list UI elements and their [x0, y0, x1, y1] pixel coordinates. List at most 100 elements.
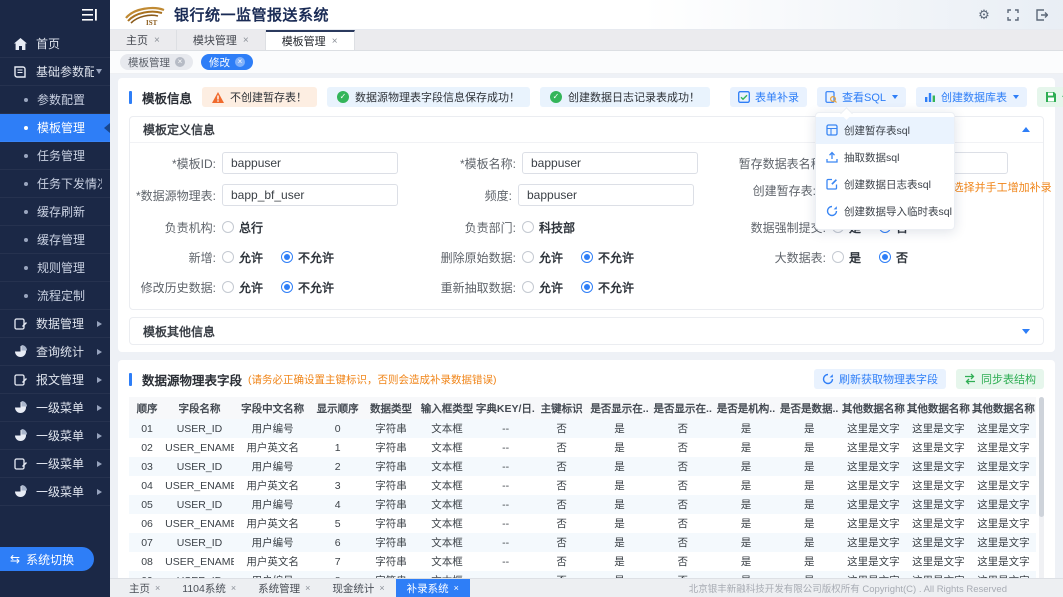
table-row[interactable]: 04 USER_ENAME 用户英文名 3 字符串 文本框 -- 否 是 否 是: [129, 476, 1036, 495]
radio-icon[interactable]: [222, 281, 234, 293]
sidebar-item-level1-menu-2[interactable]: 一级菜单: [0, 422, 110, 450]
radio-modify-deny[interactable]: 不允许: [281, 279, 334, 296]
pie-chart-icon: [13, 400, 28, 415]
view-sql-button[interactable]: 查看SQL: [817, 87, 906, 107]
radio-delete-deny[interactable]: 不允许: [581, 249, 634, 266]
close-icon[interactable]: ×: [379, 583, 384, 593]
sidebar-item-home[interactable]: 首页: [0, 30, 110, 58]
close-icon[interactable]: ×: [454, 583, 459, 593]
close-icon[interactable]: ×: [175, 57, 185, 67]
table-row[interactable]: 02 USER_ENAME 用户英文名 1 字符串 文本框 -- 否 是 否 是: [129, 438, 1036, 457]
close-icon[interactable]: ×: [243, 35, 249, 46]
bottom-tab-cash-stats[interactable]: 现金统计×: [321, 579, 395, 597]
sidebar-item-query-stats[interactable]: 查询统计: [0, 338, 110, 366]
sidebar-item-task-dispatch[interactable]: 任务下发情况: [0, 170, 110, 198]
frequency-input[interactable]: [518, 184, 694, 206]
alert-fields-saved: ✓ 数据源物理表字段信息保存成功！: [327, 87, 530, 107]
bottom-tab-system-mgmt[interactable]: 系统管理×: [247, 579, 321, 597]
sidebar-item-level1-menu-3[interactable]: 一级菜单: [0, 450, 110, 478]
bottom-tab-1104[interactable]: 1104系统×: [171, 579, 247, 597]
system-switch-button[interactable]: ⇆ 系统切换: [0, 547, 94, 571]
radio-checked-icon[interactable]: [281, 281, 293, 293]
form-backfill-button[interactable]: 表单补录: [730, 87, 807, 107]
radio-icon[interactable]: [522, 281, 534, 293]
radio-checked-icon[interactable]: [879, 251, 891, 263]
close-icon[interactable]: ×: [305, 583, 310, 593]
table-row[interactable]: 09 USER_ID 用户编号 8 字符串 文本框 -- 否 是 否 是: [129, 571, 1036, 578]
template-id-input[interactable]: [222, 152, 398, 174]
sidebar-item-cache-mgmt[interactable]: 缓存管理: [0, 226, 110, 254]
bottom-tab-home[interactable]: 主页×: [118, 579, 171, 597]
refresh-fields-button[interactable]: 刷新获取物理表字段: [814, 369, 946, 389]
sidebar-item-task-mgmt[interactable]: 任务管理: [0, 142, 110, 170]
menu-collapse-icon[interactable]: [82, 9, 98, 21]
menu-item-create-import-temp-table-sql[interactable]: 创建数据导入临时表sql: [816, 198, 954, 225]
radio-big-table-no[interactable]: 否: [879, 249, 908, 266]
radio-checked-icon[interactable]: [281, 251, 293, 263]
close-icon[interactable]: ×: [235, 57, 245, 67]
sidebar-item-base-config[interactable]: 基础参数配置: [0, 58, 110, 86]
template-name-input[interactable]: [522, 152, 698, 174]
table-row[interactable]: 07 USER_ID 用户编号 6 字符串 文本框 -- 否 是 否 是: [129, 533, 1036, 552]
vertical-scrollbar[interactable]: [1039, 397, 1044, 578]
source-fields-panel: 数据源物理表字段 (请务必正确设置主键标识，否则会造成补录数据错误) 刷新获取物…: [118, 360, 1055, 578]
radio-icon[interactable]: [522, 221, 534, 233]
sidebar-item-data-mgmt[interactable]: 数据管理: [0, 310, 110, 338]
expand-icon[interactable]: [1022, 329, 1030, 334]
breadcrumb-chip-template-mgmt[interactable]: 模板管理×: [120, 54, 193, 70]
sidebar-item-rule-mgmt[interactable]: 规则管理: [0, 254, 110, 282]
save-button[interactable]: 保存: [1037, 87, 1063, 107]
radio-big-table-yes[interactable]: 是: [832, 249, 861, 266]
radio-modify-allow[interactable]: 允许: [222, 279, 263, 296]
menu-item-extract-data-sql[interactable]: 抽取数据sql: [816, 144, 954, 171]
tab-home[interactable]: 主页×: [110, 30, 177, 50]
tab-template-mgmt[interactable]: 模板管理×: [266, 30, 355, 50]
sidebar-item-process-custom[interactable]: 流程定制: [0, 282, 110, 310]
column-header: 是否是数据..: [778, 397, 841, 419]
fullscreen-icon[interactable]: [1006, 8, 1020, 22]
radio-checked-icon[interactable]: [581, 251, 593, 263]
bottom-tab-backfill-system[interactable]: 补录系统×: [396, 579, 470, 597]
table-row[interactable]: 01 USER_ID 用户编号 0 字符串 文本框 -- 否 是 否 是: [129, 419, 1036, 438]
breadcrumb-chip-edit[interactable]: 修改×: [201, 54, 253, 70]
other-info-section-header[interactable]: 模板其他信息: [130, 318, 1043, 344]
menu-item-create-staging-sql[interactable]: 创建暂存表sql: [816, 117, 954, 144]
source-table-input[interactable]: [222, 184, 398, 206]
collapse-icon[interactable]: [1022, 127, 1030, 132]
table-row[interactable]: 08 USER_ENAME 用户英文名 7 字符串 文本框 -- 否 是 否 是: [129, 552, 1036, 571]
sidebar-item-report-mgmt[interactable]: 报文管理: [0, 366, 110, 394]
radio-org-head-office[interactable]: 总行: [222, 219, 263, 236]
tab-module-mgmt[interactable]: 模块管理×: [177, 30, 266, 50]
radio-add-deny[interactable]: 不允许: [281, 249, 334, 266]
menu-item-create-log-table-sql[interactable]: 创建数据日志表sql: [816, 171, 954, 198]
table-row[interactable]: 03 USER_ID 用户编号 2 字符串 文本框 -- 否 是 否 是: [129, 457, 1036, 476]
sidebar-item-template-mgmt[interactable]: 模板管理: [0, 114, 110, 142]
create-db-table-button[interactable]: 创建数据库表: [916, 87, 1027, 107]
sidebar-item-param-config[interactable]: 参数配置: [0, 86, 110, 114]
close-icon[interactable]: ×: [332, 36, 338, 47]
sidebar-item-cache-refresh[interactable]: 缓存刷新: [0, 198, 110, 226]
close-icon[interactable]: ×: [154, 35, 160, 46]
settings-gear-icon[interactable]: ⚙: [977, 8, 991, 22]
radio-dept-tech[interactable]: 科技部: [522, 219, 575, 236]
radio-icon[interactable]: [832, 251, 844, 263]
scrollbar-thumb[interactable]: [1039, 397, 1044, 517]
logout-icon[interactable]: [1035, 8, 1049, 22]
sync-structure-button[interactable]: 同步表结构: [956, 369, 1044, 389]
sidebar-item-level1-menu-4[interactable]: 一级菜单: [0, 478, 110, 506]
sidebar-item-level1-menu-1[interactable]: 一级菜单: [0, 394, 110, 422]
bullet-icon: [24, 266, 28, 270]
radio-icon[interactable]: [222, 221, 234, 233]
table-row[interactable]: 05 USER_ID 用户编号 4 字符串 文本框 -- 否 是 否 是: [129, 495, 1036, 514]
radio-reextract-deny[interactable]: 不允许: [581, 279, 634, 296]
radio-checked-icon[interactable]: [581, 281, 593, 293]
radio-add-allow[interactable]: 允许: [222, 249, 263, 266]
radio-reextract-allow[interactable]: 允许: [522, 279, 563, 296]
top-header: IST 银行统一监管报送系统 ⚙: [110, 0, 1063, 30]
radio-icon[interactable]: [522, 251, 534, 263]
table-row[interactable]: 06 USER_ENAME 用户英文名 5 字符串 文本框 -- 否 是 否 是: [129, 514, 1036, 533]
close-icon[interactable]: ×: [231, 583, 236, 593]
radio-icon[interactable]: [222, 251, 234, 263]
radio-delete-allow[interactable]: 允许: [522, 249, 563, 266]
close-icon[interactable]: ×: [155, 583, 160, 593]
